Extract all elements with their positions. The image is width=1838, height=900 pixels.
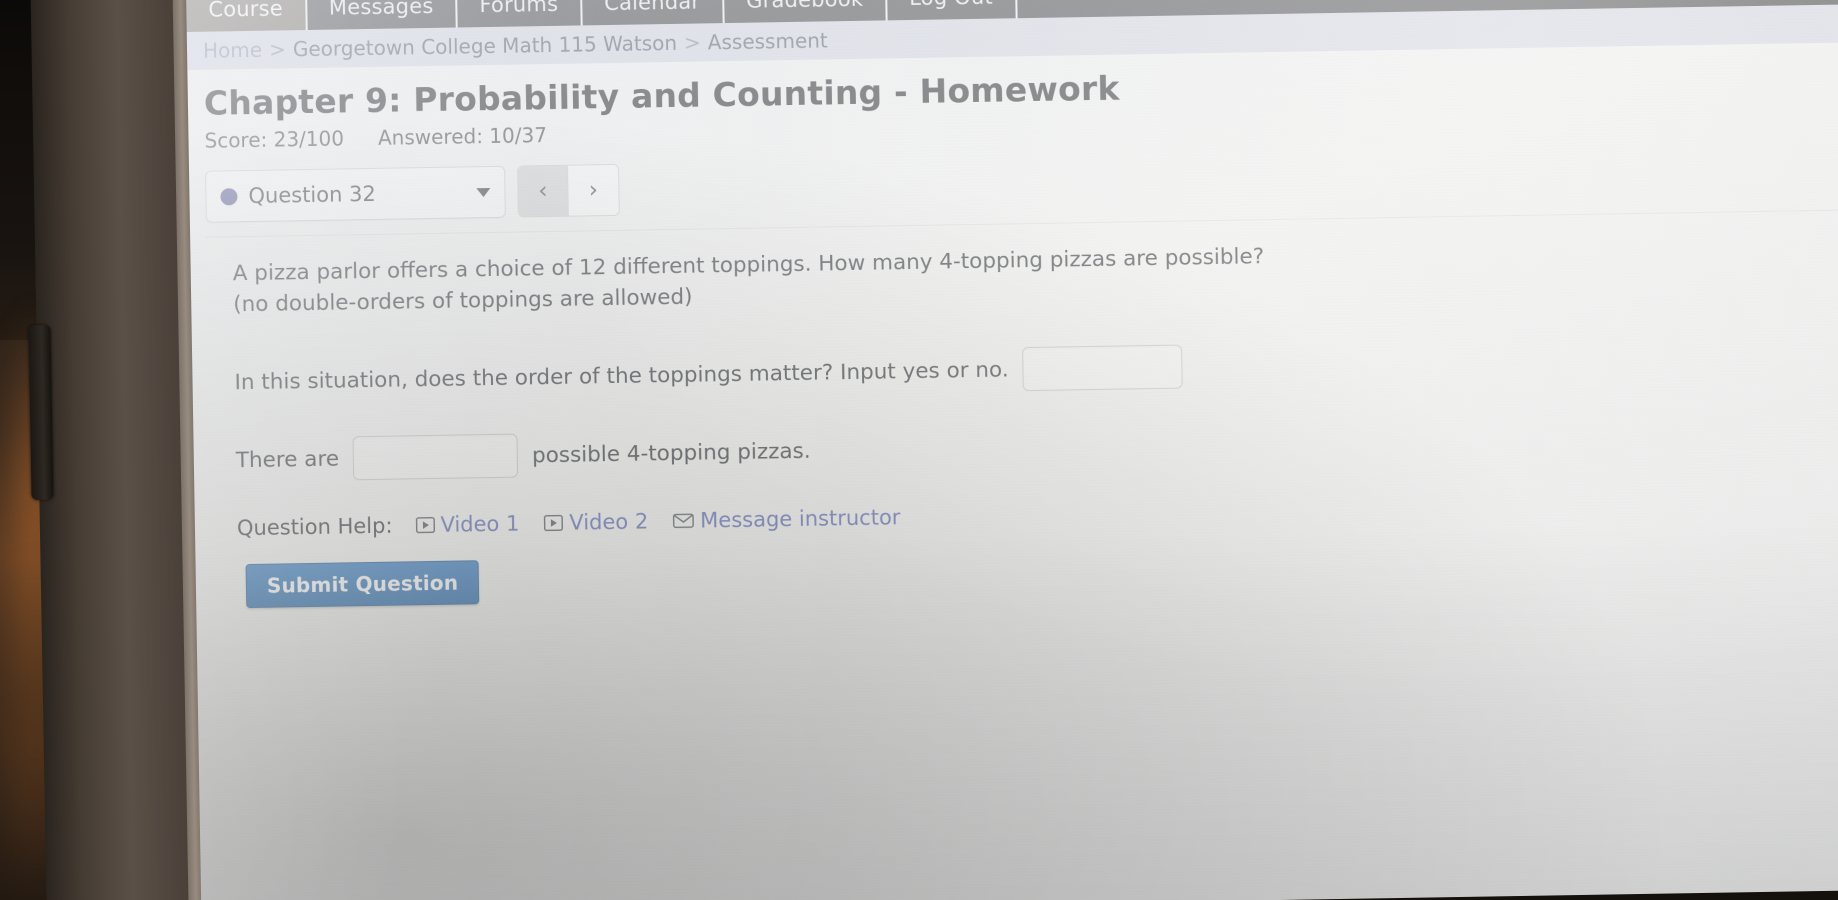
help-link-message-instructor[interactable]: Message instructor (673, 505, 901, 533)
chevron-down-icon (476, 187, 491, 197)
next-question-icon: › (588, 177, 599, 204)
question-status-dot-icon (220, 187, 238, 205)
pizza-count-input[interactable] (352, 433, 519, 481)
nav-item-course-label: Course (208, 0, 284, 22)
question-navigation-bar: Question 32 ‹ › (205, 143, 1838, 223)
score-text: Score: 23/100 (204, 126, 345, 153)
previous-question-icon: ‹ (538, 178, 548, 205)
breadcrumb-current: Assessment (707, 28, 828, 55)
nav-item-log-out[interactable]: Log Out (886, 0, 1018, 21)
question-part-2-suffix: possible 4-topping pizzas. (531, 438, 811, 468)
nav-item-log-out-label: Log Out (909, 0, 993, 10)
nav-item-gradebook-label: Gradebook (746, 0, 863, 13)
nav-item-messages[interactable]: Messages (306, 0, 458, 30)
help-link-video-1-label: Video 1 (440, 511, 520, 537)
question-prev-next-group: ‹ › (516, 163, 620, 218)
question-part-1: In this situation, does the order of the… (234, 333, 1838, 404)
monitor-side-port (28, 324, 54, 501)
breadcrumb-separator-1: > (268, 37, 287, 62)
nav-item-forums-label: Forums (479, 0, 559, 18)
help-link-video-2-label: Video 2 (569, 509, 649, 535)
question-part-1-label: In this situation, does the order of the… (234, 356, 1009, 395)
help-link-video-2[interactable]: Video 2 (544, 509, 648, 535)
nav-item-course[interactable]: Course (186, 0, 308, 32)
order-matters-input[interactable] (1022, 344, 1183, 392)
assessment-page: Chapter 9: Probability and Counting - Ho… (187, 41, 1838, 900)
browser-screen: Course Messages Forums Calendar Gradeboo… (186, 0, 1838, 900)
nav-item-calendar[interactable]: Calendar (581, 0, 725, 26)
question-help-label: Question Help: (236, 513, 393, 541)
nav-item-messages-label: Messages (328, 0, 434, 20)
nav-item-calendar-label: Calendar (603, 0, 701, 16)
question-help-row: Question Help: Video 1 Video 2 Message i… (237, 489, 1838, 540)
breadcrumb-course-link[interactable]: Georgetown College Math 115 Watson (293, 31, 678, 61)
nav-item-forums[interactable]: Forums (457, 0, 583, 28)
video-icon (544, 514, 564, 532)
nav-item-gradebook[interactable]: Gradebook (723, 0, 888, 24)
next-question-button[interactable]: › (567, 164, 619, 216)
question-select-dropdown[interactable]: Question 32 (205, 165, 506, 223)
submit-question-button[interactable]: Submit Question (245, 560, 480, 609)
envelope-icon (673, 513, 695, 529)
breadcrumb-separator-2: > (683, 30, 701, 55)
previous-question-button[interactable]: ‹ (518, 165, 569, 217)
question-prompt: A pizza parlor offers a choice of 12 dif… (232, 244, 1265, 317)
question-select-label: Question 32 (248, 181, 376, 208)
help-link-message-instructor-label: Message instructor (700, 505, 901, 533)
question-body: A pizza parlor offers a choice of 12 dif… (207, 232, 1838, 609)
video-icon (415, 517, 435, 534)
question-part-2-prefix: There are (235, 446, 340, 473)
question-part-2: There are possible 4-topping pizzas. (235, 411, 1838, 482)
answered-text: Answered: 10/37 (377, 123, 548, 150)
help-link-video-1[interactable]: Video 1 (415, 511, 520, 538)
breadcrumb-home-link[interactable]: Home (203, 38, 262, 63)
screenshot-stage: Course Messages Forums Calendar Gradeboo… (0, 0, 1838, 900)
